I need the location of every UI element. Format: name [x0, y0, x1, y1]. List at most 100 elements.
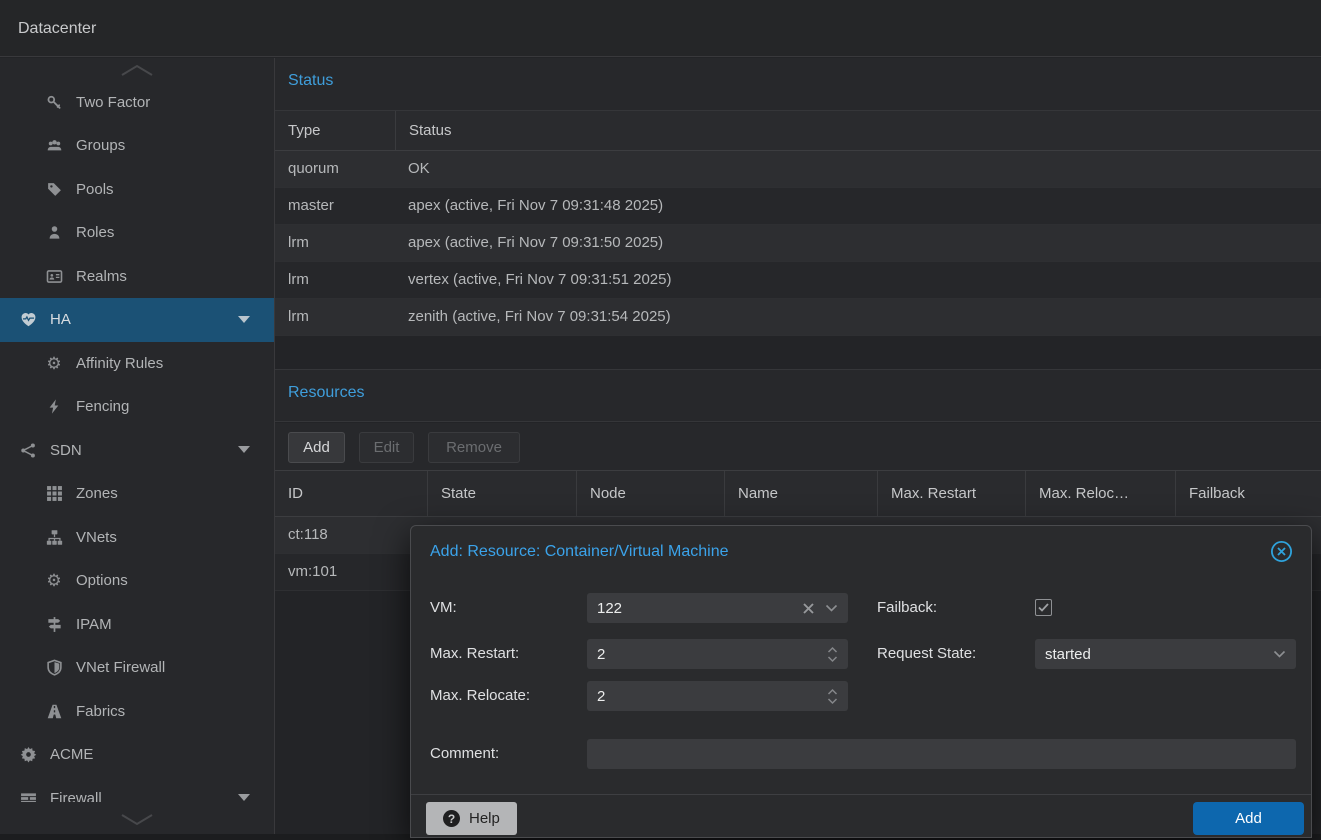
max-relocate-label: Max. Relocate:: [430, 681, 530, 711]
edit-button[interactable]: Edit: [359, 432, 414, 463]
id-card-icon: [46, 268, 63, 285]
sidebar-item-label: Fencing: [76, 398, 129, 415]
column-label: State: [441, 485, 476, 502]
sidebar-item-ha[interactable]: HA: [0, 298, 274, 342]
resources-col-max-restart[interactable]: Max. Restart: [877, 471, 1025, 516]
cell-type: quorum: [288, 151, 392, 187]
sidebar-item-label: Two Factor: [76, 94, 150, 111]
help-button[interactable]: ? Help: [426, 802, 517, 835]
sidebar-item-label: ACME: [50, 746, 93, 763]
column-label: ID: [288, 485, 303, 502]
failback-checkbox[interactable]: [1035, 599, 1052, 616]
sidebar-item-pools[interactable]: Pools: [0, 167, 274, 211]
resources-col-id[interactable]: ID: [275, 471, 427, 516]
status-section-title: Status: [288, 72, 333, 90]
vm-value: 122: [597, 600, 792, 617]
cell-type: lrm: [288, 225, 392, 261]
sidebar-item-vnet-firewall[interactable]: VNet Firewall: [0, 646, 274, 690]
cell-status: OK: [408, 151, 1308, 187]
users-icon: [46, 137, 63, 154]
dialog-footer-divider: [411, 794, 1311, 795]
chevron-down-icon[interactable]: [825, 604, 838, 612]
sidebar-item-groups[interactable]: Groups: [0, 124, 274, 168]
chevron-up-icon: [119, 63, 155, 77]
clear-icon[interactable]: [802, 602, 815, 615]
gear-icon: ⚙: [46, 572, 61, 589]
sidebar-item-realms[interactable]: Realms: [0, 254, 274, 298]
status-row-lrm[interactable]: lrm apex (active, Fri Nov 7 09:31:50 2025…: [275, 225, 1321, 262]
sidebar-item-zones[interactable]: Zones: [0, 472, 274, 516]
sidebar-item-sdn[interactable]: SDN: [0, 428, 274, 472]
resources-col-failback[interactable]: Failback: [1175, 471, 1321, 516]
resources-table-header: ID State NodeNameMax. Restart Max. Reloc… Fa…: [275, 471, 1321, 517]
page-title: Datacenter: [18, 0, 96, 57]
resources-col-node[interactable]: Node: [576, 471, 724, 516]
add-button[interactable]: Add: [288, 432, 345, 463]
sidebar-item-roles[interactable]: Roles: [0, 211, 274, 255]
cell-id: ct:118: [288, 517, 427, 553]
sidebar-item-label: SDN: [50, 442, 82, 459]
comment-label: Comment:: [430, 739, 499, 769]
sidebar-item-vnets[interactable]: VNets: [0, 515, 274, 559]
icon-wrap: [42, 181, 66, 198]
icon-wrap: [42, 616, 66, 633]
status-row-master[interactable]: masterapex (active, Fri Nov 7 09:31:48 2…: [275, 188, 1321, 225]
sidebar-scroll-down[interactable]: [0, 813, 274, 827]
sidebar-item-label: VNets: [76, 529, 117, 546]
sidebar-item-label: Groups: [76, 137, 125, 154]
add-resource-dialog: Add: Resource: Container/Virtual Machine…: [410, 525, 1312, 838]
sidebar-item-affinity-rules[interactable]: ⚙Affinity Rules: [0, 341, 274, 385]
icon-wrap: [42, 398, 66, 415]
chevron-down-icon: [119, 813, 155, 827]
status-row-lrm[interactable]: lrmzenith (active, Fri Nov 7 09:31:54 20…: [275, 299, 1321, 336]
status-section-header: Status: [275, 58, 1321, 111]
sidebar-item-ipam[interactable]: IPAM: [0, 602, 274, 646]
status-col-type[interactable]: Type: [275, 111, 395, 150]
tag-icon: [46, 181, 63, 198]
remove-button[interactable]: Remove: [428, 432, 520, 463]
chevron-down-icon[interactable]: [1273, 650, 1286, 658]
spinner-icons[interactable]: [827, 687, 838, 706]
resources-section-title: Resources: [288, 384, 364, 402]
road-icon: [46, 703, 63, 720]
sidebar-item-two-factor[interactable]: Two Factor: [0, 80, 274, 124]
resources-col-max-reloc-[interactable]: Max. Reloc…: [1025, 471, 1175, 516]
signpost-icon: [46, 616, 63, 633]
vm-label: VM:: [430, 593, 457, 623]
cell-status: apex (active, Fri Nov 7 09:31:50 2025): [408, 225, 1308, 261]
icon-wrap: [16, 442, 40, 459]
max-relocate-spinner[interactable]: 2: [587, 681, 848, 711]
dialog-add-button[interactable]: Add: [1193, 802, 1304, 835]
spinner-icons[interactable]: [827, 645, 838, 664]
sidebar-item-label: Realms: [76, 268, 127, 285]
sidebar-item-fabrics[interactable]: Fabrics: [0, 689, 274, 733]
column-label: Max. Reloc…: [1039, 485, 1129, 502]
resources-toolbar: Add Edit Remove: [275, 423, 1321, 471]
comment-input[interactable]: [587, 739, 1296, 769]
sidebar-item-label: HA: [50, 311, 71, 328]
max-relocate-value: 2: [597, 688, 817, 705]
sidebar-item-acme[interactable]: ACME: [0, 733, 274, 777]
status-col-status[interactable]: Status: [395, 111, 1321, 150]
resources-col-state[interactable]: State: [427, 471, 576, 516]
sidebar-scroll-up[interactable]: [0, 63, 274, 77]
icon-wrap: [42, 485, 66, 502]
sidebar-item-fencing[interactable]: Fencing: [0, 385, 274, 429]
sidebar-item-label: Zones: [76, 485, 118, 502]
close-icon[interactable]: [1270, 540, 1293, 563]
request-state-select[interactable]: started: [1035, 639, 1296, 669]
sidebar-item-options[interactable]: ⚙ Options: [0, 559, 274, 603]
vm-combobox[interactable]: 122: [587, 593, 848, 623]
resources-col-name[interactable]: Name: [724, 471, 877, 516]
icon-wrap: [42, 137, 66, 154]
sidebar-item-label: Options: [76, 572, 128, 589]
sidebar-item-label: VNet Firewall: [76, 659, 165, 676]
max-restart-spinner[interactable]: 2: [587, 639, 848, 669]
sidebar-item-label: Pools: [76, 181, 114, 198]
status-row-lrm[interactable]: lrmvertex (active, Fri Nov 7 09:31:51 20…: [275, 262, 1321, 299]
sidebar-item-label: Roles: [76, 224, 114, 241]
icon-wrap: [42, 659, 66, 676]
status-row-quorum[interactable]: quorum OK: [275, 151, 1321, 188]
cell-id: vm:101: [288, 554, 427, 590]
status-table-header: Type Status: [275, 111, 1321, 151]
